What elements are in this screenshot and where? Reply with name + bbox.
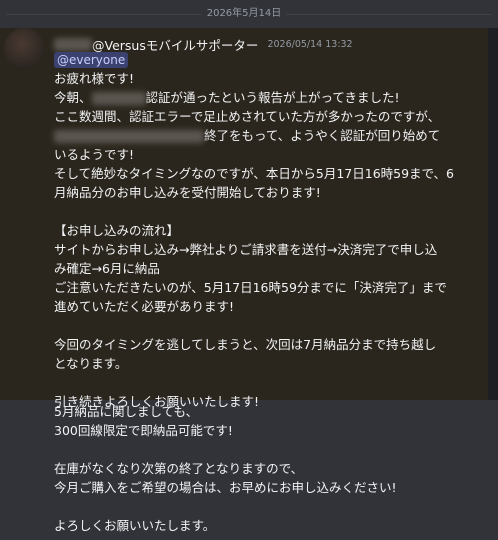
message-timestamp[interactable]: 2026/05/14 13:32 (267, 39, 352, 50)
message-line: 今回のタイミングを逃してしまうと、次回は7月納品分まで持ち越し (54, 337, 437, 352)
message-line: ご注意いただきたいのが、5月17日16時59分までに「決済完了」まで (54, 280, 447, 295)
date-divider: 2026年5月14日 (0, 4, 498, 24)
message-line: 終了をもって、ようやく認証が回り始めて (54, 126, 484, 145)
redacted-name (54, 38, 92, 51)
scrollbar-track[interactable] (488, 28, 498, 400)
redacted-text (91, 92, 146, 105)
message-line: 5月納品に関しましても、 (54, 404, 199, 419)
message-header: @Versusモバイルサポーター 2026/05/14 13:32 (54, 34, 353, 53)
author-name[interactable]: @Versusモバイルサポーター (92, 38, 258, 53)
everyone-mention[interactable]: @everyone (54, 52, 129, 68)
avatar[interactable] (4, 28, 44, 68)
message-line: サイトからお申し込み→弊社よりご請求書を送付→決済完了で申し込 (54, 242, 438, 257)
message-line: 在庫がなくなり次第の終了となりますので、 (54, 461, 304, 476)
message-line: 【お申し込みの流れ】 (54, 223, 180, 238)
message-body: お疲れ様です! 今朝、 認証が通ったという報告が上がってきました! ここ数週間、認… (54, 69, 484, 411)
message-line: 今月ご購入をご希望の場合は、お早めにお申し込みください! (54, 480, 397, 495)
message-line: ここ数週間、認証エラーで足止めされていた方が多かったのですが、 (54, 109, 441, 124)
message-line: 300回線限定で即納品可能です! (54, 423, 233, 438)
message-line: いるようです! (54, 147, 135, 162)
divider-line (6, 14, 202, 15)
redacted-text (54, 130, 204, 143)
message-line: となります。 (54, 356, 128, 371)
message-line: そして絶妙なタイミングなのですが、本日から5月17日16時59まで、6 (54, 166, 454, 181)
message-body-continued: 5月納品に関しましても、 300回線限定で即納品可能です! 在庫がなくなり次第の… (54, 402, 484, 535)
message-line: お疲れ様です! (54, 71, 135, 86)
message-line: み確定→6月に納品 (54, 261, 160, 276)
date-divider-label: 2026年5月14日 (206, 8, 282, 19)
chat-view: 2026年5月14日 @Versusモバイルサポーター 2026/05/14 1… (0, 0, 498, 540)
message-line: よろしくお願いいたします。 (54, 518, 216, 533)
message-line: 進めていただく必要があります! (54, 299, 235, 314)
divider-line (286, 14, 492, 15)
message-line: 今朝、 認証が通ったという報告が上がってきました! (54, 90, 400, 105)
message-line: 月納品分のお申し込みを受付開始しております! (54, 185, 321, 200)
